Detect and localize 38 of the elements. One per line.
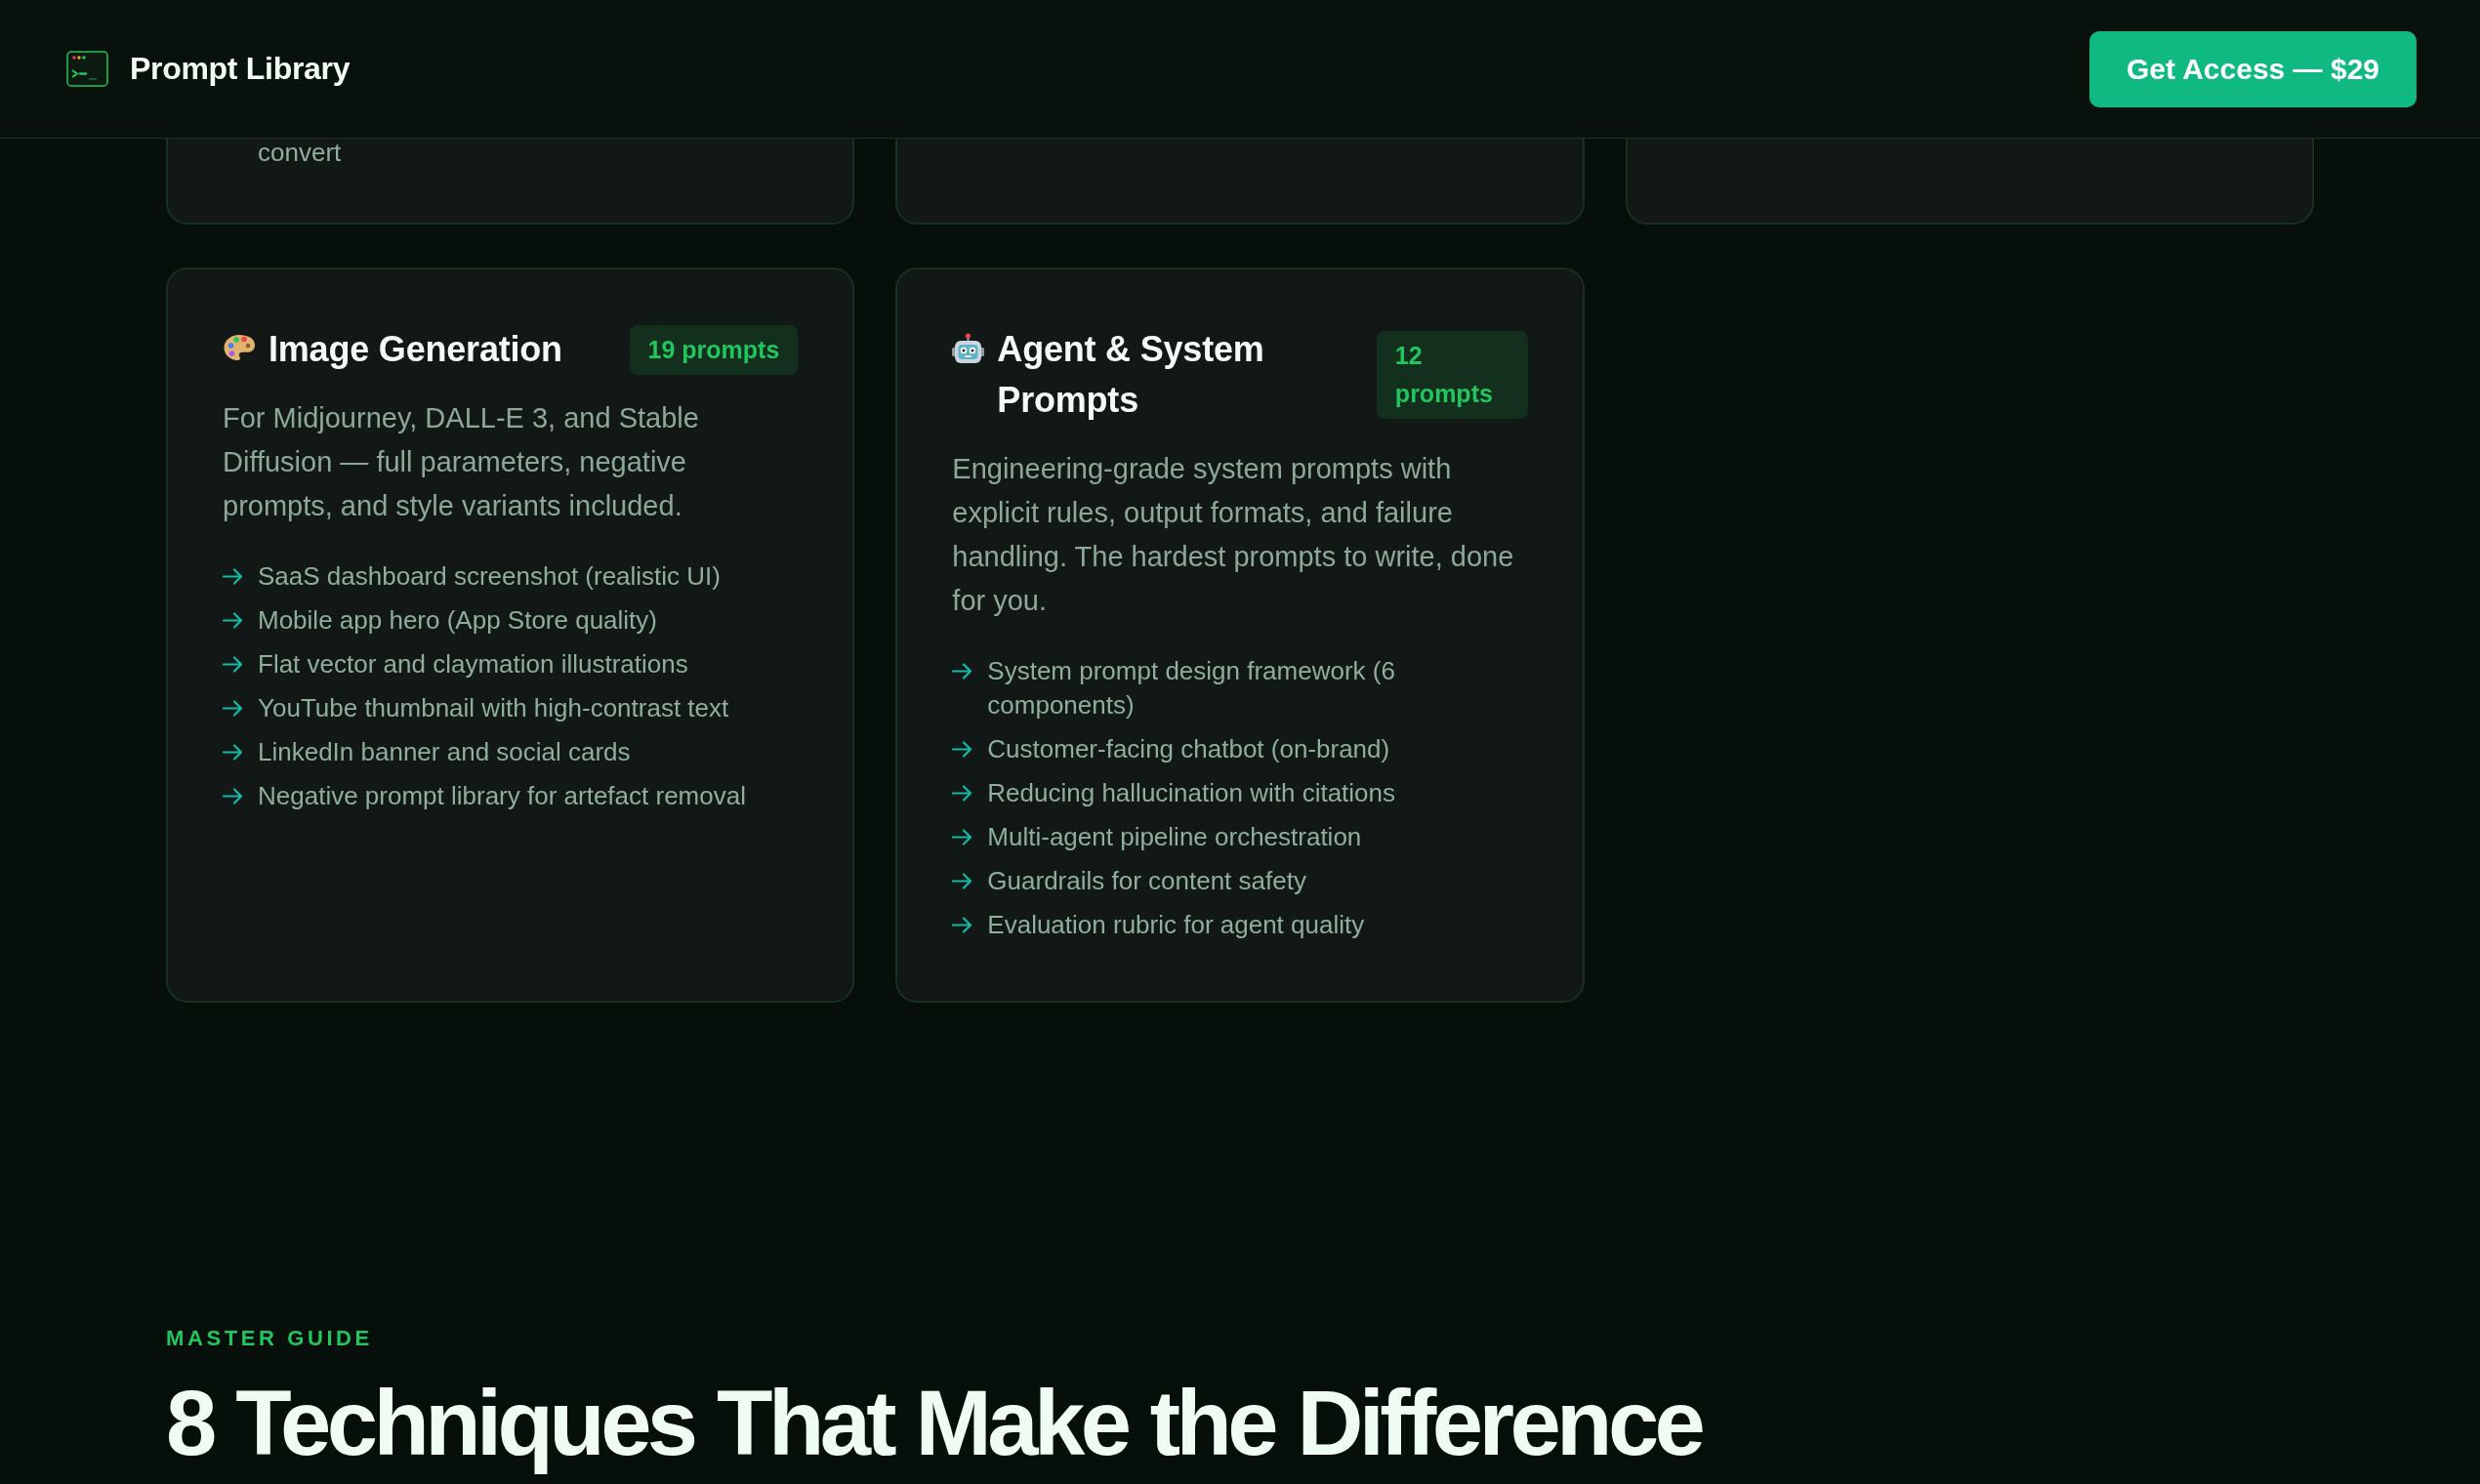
feature-item: LinkedIn banner and social cards <box>258 736 631 768</box>
feature-item: convert <box>258 139 342 166</box>
feature-item: Evaluation rubric for agent quality <box>987 909 1365 941</box>
arrow-icon <box>223 568 243 585</box>
section-heading: 8 Techniques That Make the Difference <box>166 1372 1702 1475</box>
feature-item: Guardrails for content safety <box>987 865 1306 897</box>
arrow-icon <box>223 700 243 717</box>
feature-item: Reducing hallucination with citations <box>987 777 1396 809</box>
feature-item: Multi-agent pipeline orchestration <box>987 821 1362 853</box>
arrow-icon <box>952 873 973 889</box>
prompt-count-badge: 12 prompts <box>1376 331 1528 419</box>
prompt-count-badge: 19 prompts <box>629 324 799 375</box>
get-access-button[interactable]: Get Access — $29 <box>2088 30 2417 107</box>
arrow-icon <box>952 829 973 845</box>
card-title: Image Generation <box>269 328 562 371</box>
arrow-icon <box>952 663 973 680</box>
arrow-icon <box>223 744 243 761</box>
feature-item: Flat vector and claymation illustrations <box>258 648 688 680</box>
arrow-icon <box>223 788 243 804</box>
feature-item: SaaS dashboard screenshot (realistic UI) <box>258 560 721 593</box>
terminal-icon <box>66 51 108 87</box>
arrow-icon <box>952 785 973 802</box>
brand-name: Prompt Library <box>130 51 351 87</box>
arrow-icon <box>223 656 243 673</box>
feature-item: Customer-facing chatbot (on-brand) <box>987 733 1390 765</box>
feature-item: Mobile app hero (App Store quality) <box>258 604 657 637</box>
palette-icon <box>223 333 256 362</box>
arrow-icon <box>952 741 973 758</box>
card-title: Agent & System Prompts <box>997 328 1265 422</box>
section-eyebrow: MASTER GUIDE <box>166 1325 373 1352</box>
arrow-icon <box>223 612 243 629</box>
robot-icon <box>952 333 985 365</box>
feature-item: System prompt design framework (6 components) <box>987 655 1396 721</box>
card-description: For Midjourney, DALL-E 3, and Stable Diffusion — full parameters, negative prompts, and style variants included. <box>223 401 700 523</box>
arrow-icon <box>952 917 973 933</box>
feature-item: Negative prompt library for artefact removal <box>258 780 746 812</box>
card-description: Engineering-grade system prompts with explicit rules, output formats, and failure handling. The hardest prompts to write, done for you. <box>952 452 1515 618</box>
feature-item: YouTube thumbnail with high-contrast text <box>258 692 729 724</box>
